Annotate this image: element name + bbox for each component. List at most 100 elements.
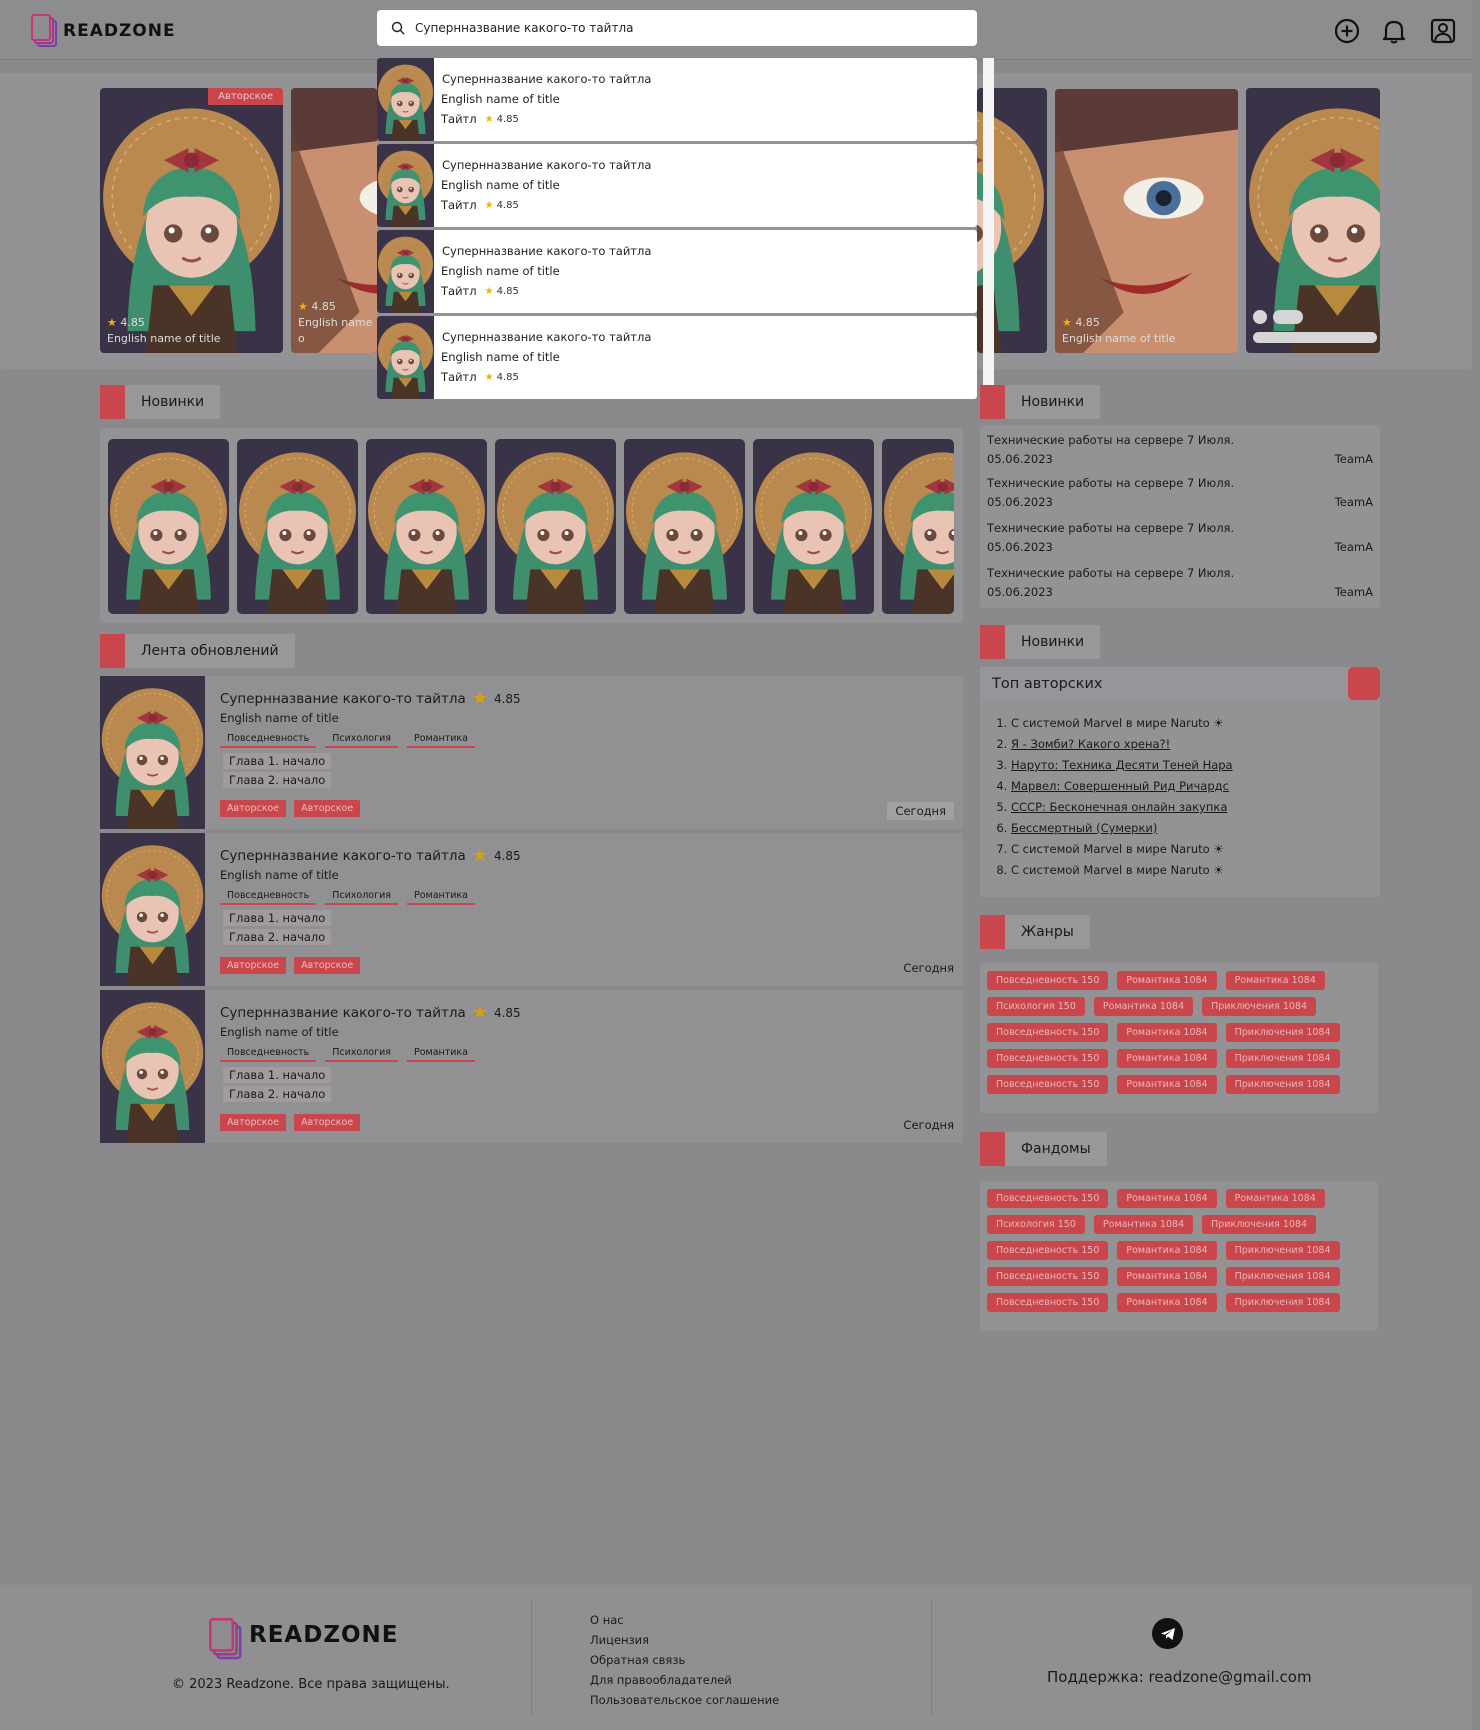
bell-icon[interactable] (1380, 17, 1408, 45)
fandom-chip[interactable]: Повседневность 150 (987, 1267, 1109, 1286)
result-english-name: English name of title (441, 264, 560, 278)
genre-chip[interactable]: Повседневность 150 (987, 1049, 1109, 1068)
novinka-cover[interactable] (624, 439, 745, 614)
hero-poster[interactable]: Авторское ★ 4.85 English name of title (100, 88, 283, 353)
dropdown-scrollbar[interactable] (983, 58, 994, 398)
fandom-chip[interactable]: Романтика 1084 (1225, 1189, 1325, 1208)
fandom-chip[interactable]: Романтика 1084 (1093, 1215, 1194, 1234)
footer-link-agreement[interactable]: Пользовательское соглашение (590, 1690, 779, 1710)
news-item[interactable]: Технические работы на сервере 7 Июля. 05… (987, 433, 1373, 466)
fandom-chip[interactable]: Приключения 1084 (1225, 1267, 1340, 1286)
novinka-cover[interactable] (366, 439, 487, 614)
news-text: Технические работы на сервере 7 Июля. (987, 566, 1235, 580)
chapter-link[interactable]: Глава 2. начало (223, 929, 332, 945)
search-result-item[interactable]: Супернназвание какого-то тайтла English … (377, 144, 977, 227)
footer-logo[interactable]: READZONE (209, 1618, 399, 1660)
plus-circle-icon[interactable] (1333, 17, 1361, 45)
top-item[interactable]: Бессмертный (Сумерки) (1011, 818, 1233, 839)
feed-title[interactable]: Супернназвание какого-то тайтла (220, 1005, 466, 1021)
feed-item[interactable]: Супернназвание какого-то тайтла ★ 4.85 Eng… (100, 990, 963, 1143)
hero-poster[interactable]: ★ 4.85 English name of title (1055, 89, 1238, 353)
genre-tag[interactable]: Романтика (406, 1045, 475, 1062)
result-thumbnail (377, 58, 434, 141)
logo[interactable]: READZONE (31, 14, 176, 48)
fandom-chip[interactable]: Романтика 1084 (1117, 1293, 1217, 1312)
fandom-chip[interactable]: Повседневность 150 (987, 1189, 1109, 1208)
footer-link-about[interactable]: О нас (590, 1610, 779, 1630)
genre-chip[interactable]: Приключения 1084 (1202, 997, 1317, 1016)
news-item[interactable]: Технические работы на сервере 7 Июля. 05… (987, 566, 1373, 599)
fandom-chip[interactable]: Романтика 1084 (1117, 1241, 1217, 1260)
fandom-chip[interactable]: Повседневность 150 (987, 1293, 1109, 1312)
carousel-dot-active[interactable] (1273, 310, 1303, 324)
fandom-chip[interactable]: Психология 150 (987, 1215, 1085, 1234)
genre-tag[interactable]: Психология (325, 1045, 398, 1062)
footer-link-rightholders[interactable]: Для правообладателей (590, 1670, 779, 1690)
genre-tag[interactable]: Повседневность (220, 731, 317, 748)
fandom-chip[interactable]: Приключения 1084 (1202, 1215, 1317, 1234)
genre-chip[interactable]: Романтика 1084 (1117, 1023, 1217, 1042)
genre-chip[interactable]: Приключения 1084 (1225, 1023, 1340, 1042)
feed-item[interactable]: Супернназвание какого-то тайтла ★ 4.85 Eng… (100, 676, 963, 829)
genre-chip[interactable]: Романтика 1084 (1117, 1049, 1217, 1068)
hero-poster[interactable] (1246, 88, 1380, 353)
fandom-chip[interactable]: Романтика 1084 (1117, 1267, 1217, 1286)
novinka-cover[interactable] (495, 439, 616, 614)
news-item[interactable]: Технические работы на сервере 7 Июля. 05… (987, 476, 1373, 509)
support-email[interactable]: Поддержка: readzone@gmail.com (1047, 1668, 1312, 1686)
chapter-link[interactable]: Глава 2. начало (223, 1086, 332, 1102)
fandom-chip[interactable]: Романтика 1084 (1117, 1189, 1217, 1208)
search-input[interactable]: Супернназвание какого-то тайтла (377, 10, 977, 46)
footer-link-feedback[interactable]: Обратная связь (590, 1650, 779, 1670)
genre-tag[interactable]: Романтика (406, 888, 475, 905)
genre-tag[interactable]: Повседневность (220, 1045, 317, 1062)
feed-title[interactable]: Супернназвание какого-то тайтла (220, 691, 466, 707)
top-item[interactable]: С системой Marvel в мире Naruto ☀ (1011, 860, 1233, 881)
chapter-link[interactable]: Глава 1. начало (223, 753, 332, 769)
feed-rating: 4.85 (493, 848, 521, 863)
novinka-cover[interactable] (237, 439, 358, 614)
genre-chip[interactable]: Приключения 1084 (1225, 1075, 1340, 1094)
genre-tag[interactable]: Психология (325, 888, 398, 905)
novinka-cover[interactable] (753, 439, 874, 614)
genre-chip[interactable]: Повседневность 150 (987, 1075, 1109, 1094)
top-item[interactable]: С системой Marvel в мире Naruto ☀ (1011, 839, 1233, 860)
search-result-item[interactable]: Супернназвание какого-то тайтла English … (377, 230, 977, 313)
top-item[interactable]: Марвел: Совершенный Рид Ричардс (1011, 776, 1233, 797)
top-item[interactable]: Я - Зомби? Какого хрена?! (1011, 734, 1233, 755)
genre-tag[interactable]: Романтика (406, 731, 475, 748)
hero-poster[interactable]: ★ 4.85 English name o (291, 88, 377, 353)
telegram-icon[interactable] (1152, 1618, 1183, 1649)
top-item[interactable]: Наруто: Техника Десяти Теней Нара (1011, 755, 1233, 776)
profile-icon[interactable] (1429, 17, 1457, 45)
genre-chip[interactable]: Повседневность 150 (987, 971, 1109, 990)
search-result-item[interactable]: Супернназвание какого-то тайтла English … (377, 58, 977, 141)
feed-title[interactable]: Супернназвание какого-то тайтла (220, 848, 466, 864)
genre-chip[interactable]: Романтика 1084 (1093, 997, 1194, 1016)
genre-tag[interactable]: Психология (325, 731, 398, 748)
genre-chip[interactable]: Романтика 1084 (1117, 1075, 1217, 1094)
chapter-link[interactable]: Глава 1. начало (223, 910, 332, 926)
genre-chip[interactable]: Приключения 1084 (1225, 1049, 1340, 1068)
top-item[interactable]: С системой Marvel в мире Naruto ☀ (1011, 713, 1233, 734)
genre-tag[interactable]: Повседневность (220, 888, 317, 905)
genre-chip[interactable]: Романтика 1084 (1117, 971, 1217, 990)
search-result-item[interactable]: Супернназвание какого-то тайтла English … (377, 316, 977, 399)
fandom-chip[interactable]: Приключения 1084 (1225, 1241, 1340, 1260)
genre-chip[interactable]: Романтика 1084 (1225, 971, 1325, 990)
fandom-chip[interactable]: Повседневность 150 (987, 1241, 1109, 1260)
genre-chip[interactable]: Психология 150 (987, 997, 1085, 1016)
novinka-cover[interactable] (882, 439, 954, 614)
chapter-link[interactable]: Глава 1. начало (223, 1067, 332, 1083)
news-item[interactable]: Технические работы на сервере 7 Июля. 05… (987, 521, 1373, 554)
top-authored-toggle[interactable] (1348, 667, 1380, 700)
carousel-dot[interactable] (1253, 310, 1267, 324)
top-item[interactable]: СССР: Бесконечная онлайн закупка (1011, 797, 1233, 818)
chapter-link[interactable]: Глава 2. начало (223, 772, 332, 788)
authored-badge: Авторское (294, 1114, 361, 1131)
feed-item[interactable]: Супернназвание какого-то тайтла ★ 4.85 Eng… (100, 833, 963, 986)
novinka-cover[interactable] (108, 439, 229, 614)
fandom-chip[interactable]: Приключения 1084 (1225, 1293, 1340, 1312)
footer-link-license[interactable]: Лицензия (590, 1630, 779, 1650)
genre-chip[interactable]: Повседневность 150 (987, 1023, 1109, 1042)
